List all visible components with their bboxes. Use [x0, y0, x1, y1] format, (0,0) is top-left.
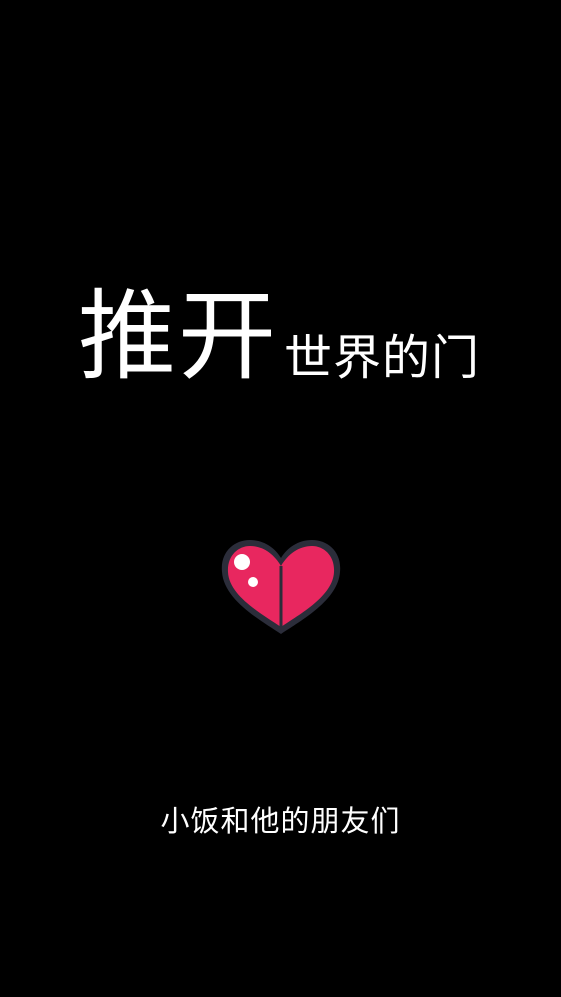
footer-caption: 小饭和他的朋友们	[160, 804, 401, 838]
headline-big-text: 推开	[78, 280, 279, 394]
headline: 推开 世界的门	[78, 282, 498, 392]
headline-small-text: 世界的门	[284, 330, 481, 386]
heart-highlight-small	[248, 577, 258, 587]
heart-highlight-large	[234, 554, 250, 570]
splash-screen: 推开 世界的门 小饭和他的朋友们	[0, 0, 561, 997]
heart-icon	[218, 536, 344, 638]
